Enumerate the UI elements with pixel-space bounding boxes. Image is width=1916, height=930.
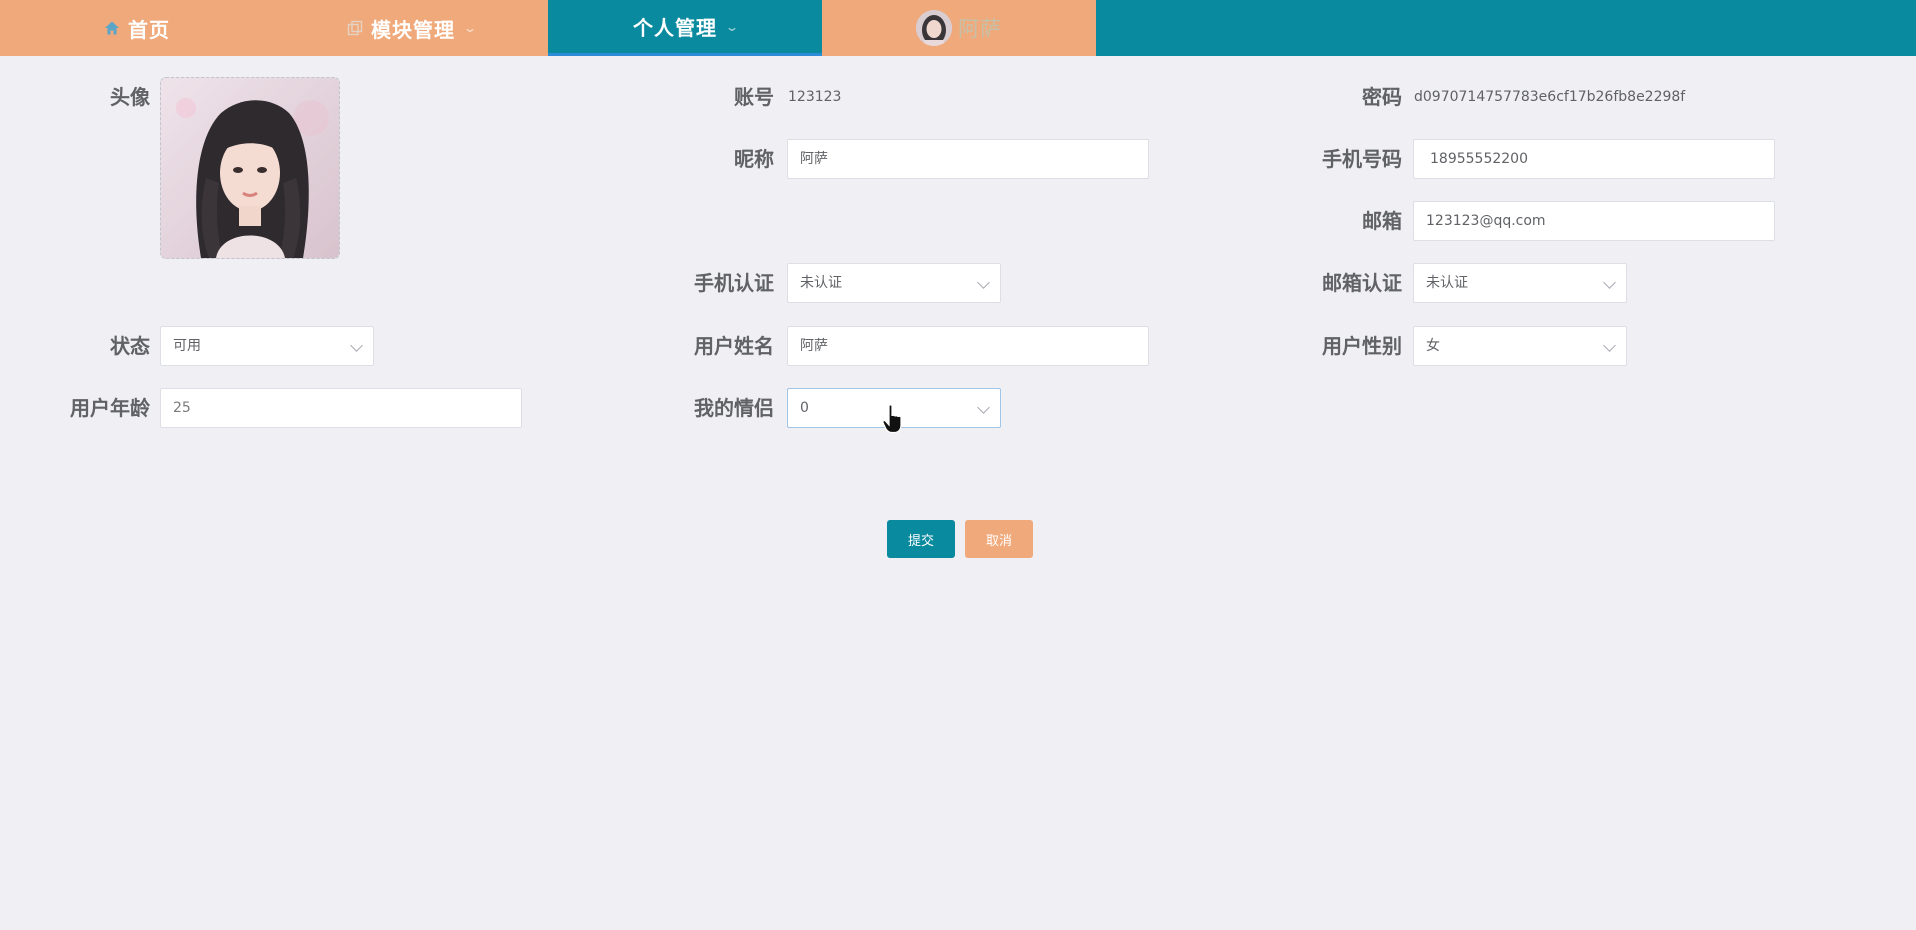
nav-user-menu[interactable]: 阿萨 (822, 0, 1096, 56)
email-verify-value: 未认证 (1426, 275, 1468, 291)
chevron-down-icon (350, 339, 363, 352)
phone-verify-label: 手机认证 (694, 271, 774, 295)
email-verify-select[interactable]: 未认证 (1413, 263, 1627, 303)
chevron-down-icon (1603, 276, 1616, 289)
partner-label: 我的情侣 (694, 396, 774, 420)
account-value: 123123 (788, 89, 842, 105)
account-label: 账号 (734, 85, 774, 109)
email-label: 邮箱 (1362, 209, 1402, 233)
nav-home[interactable]: 首页 (0, 0, 274, 56)
submit-button[interactable]: 提交 (887, 520, 955, 558)
chevron-down-icon (977, 401, 990, 414)
nav-module-label: 模块管理 (370, 17, 455, 42)
status-label: 状态 (110, 334, 150, 358)
nickname-input[interactable]: 阿萨 (787, 139, 1149, 179)
avatar-image (161, 78, 339, 258)
avatar-upload[interactable] (160, 77, 340, 259)
email-verify-label: 邮箱认证 (1322, 271, 1402, 295)
home-icon (105, 21, 119, 35)
password-label: 密码 (1362, 85, 1402, 109)
age-input[interactable]: 25 (160, 388, 522, 428)
phone-verify-select[interactable]: 未认证 (787, 263, 1001, 303)
gender-value: 女 (1426, 338, 1440, 354)
top-nav: 首页 模块管理 ⌄ 个人管理 ⌄ 阿萨 (0, 0, 1916, 56)
chevron-down-icon (977, 276, 990, 289)
phone-verify-value: 未认证 (800, 275, 842, 291)
nav-module-management[interactable]: 模块管理 ⌄ (274, 0, 548, 56)
age-label: 用户年龄 (70, 396, 150, 420)
nickname-label: 昵称 (734, 147, 774, 171)
chevron-down-icon: ⌄ (724, 19, 740, 34)
realname-input[interactable]: 阿萨 (787, 326, 1149, 366)
hand-cursor-icon (882, 404, 902, 434)
nav-username: 阿萨 (958, 17, 1002, 41)
cancel-button[interactable]: 取消 (965, 520, 1033, 558)
nav-home-label: 首页 (128, 17, 170, 42)
phone-label: 手机号码 (1322, 147, 1402, 171)
avatar-label: 头像 (110, 85, 150, 109)
email-input[interactable]: 123123@qq.com (1413, 201, 1775, 241)
gender-select[interactable]: 女 (1413, 326, 1627, 366)
gender-label: 用户性别 (1322, 334, 1402, 358)
chevron-down-icon: ⌄ (462, 21, 478, 35)
realname-label: 用户姓名 (694, 334, 774, 358)
user-avatar (916, 10, 952, 46)
password-value: d0970714757783e6cf17b26fb8e2298f (1414, 89, 1686, 105)
nav-personal-management[interactable]: 个人管理 ⌄ (548, 0, 822, 56)
partner-value: 0 (800, 400, 809, 416)
chevron-down-icon (1603, 339, 1616, 352)
status-value: 可用 (173, 338, 201, 354)
copy-icon (347, 20, 363, 36)
phone-input[interactable]: 18955552200 (1413, 139, 1775, 179)
nav-personal-label: 个人管理 (632, 16, 717, 40)
status-select[interactable]: 可用 (160, 326, 374, 366)
